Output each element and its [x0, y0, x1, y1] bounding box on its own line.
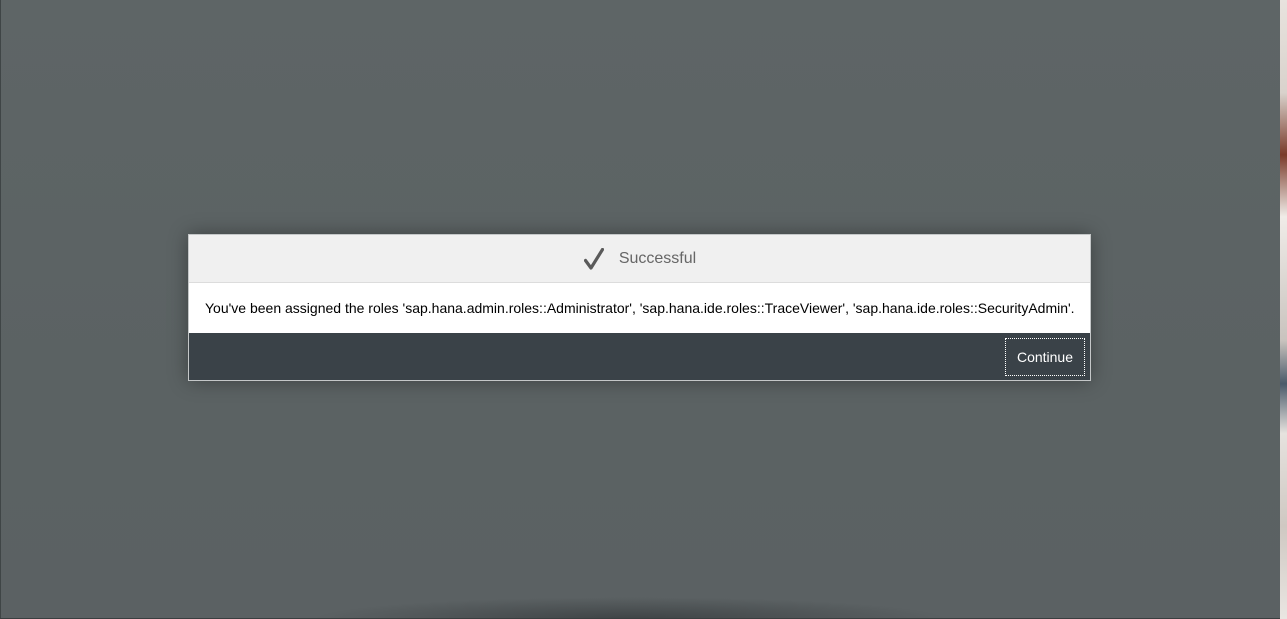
- success-dialog: Successful You've been assigned the role…: [188, 234, 1091, 381]
- continue-button[interactable]: Continue: [1004, 337, 1085, 376]
- checkmark-icon: [583, 247, 605, 270]
- background-image-strip: [1280, 0, 1287, 619]
- dialog-body: You've been assigned the roles 'sap.hana…: [189, 283, 1090, 333]
- page-background: Successful You've been assigned the role…: [0, 0, 1287, 619]
- background-shadow: [310, 597, 950, 619]
- dialog-message: You've been assigned the roles 'sap.hana…: [205, 300, 1075, 316]
- dialog-footer: Continue: [189, 333, 1090, 380]
- dialog-title: Successful: [618, 249, 697, 267]
- window-edge: [0, 0, 1, 619]
- dialog-header: Successful: [189, 235, 1090, 283]
